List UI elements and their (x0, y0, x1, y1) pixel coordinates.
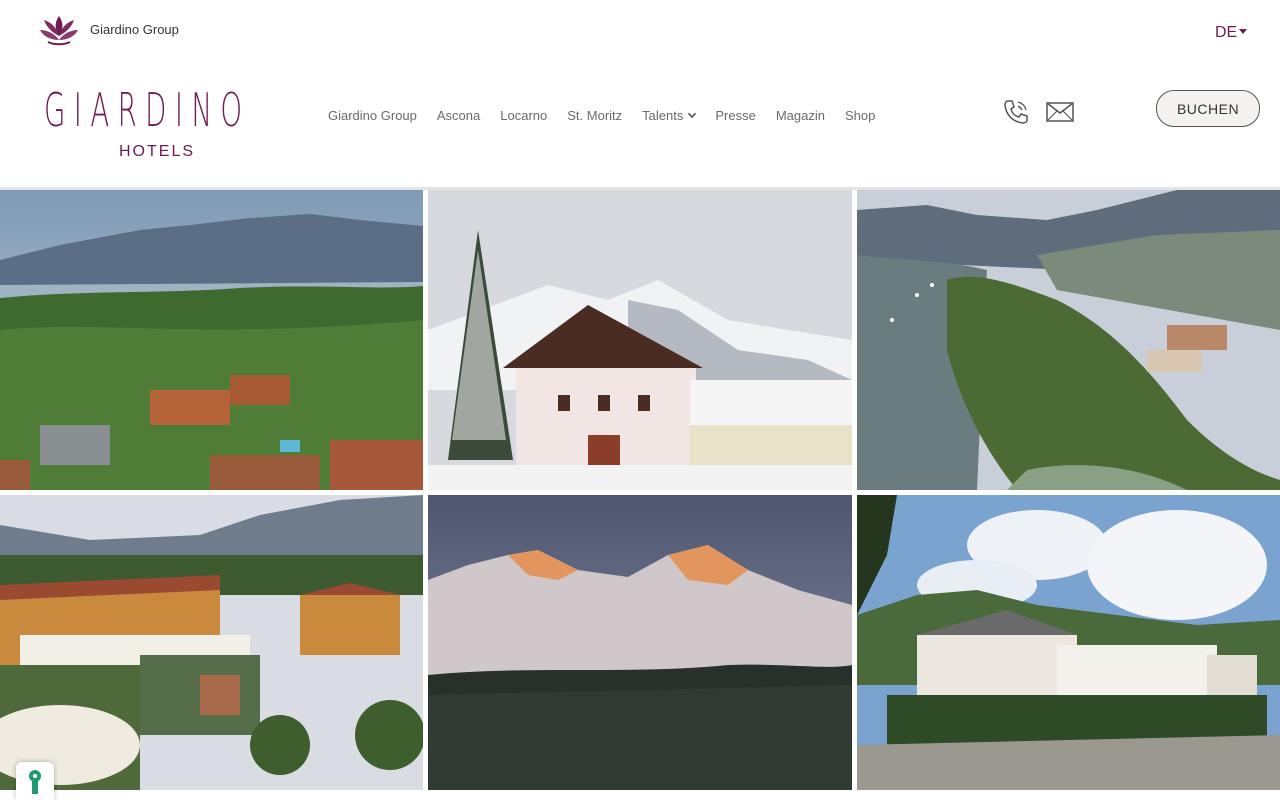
gallery-tile-lake-shore[interactable] (857, 190, 1280, 490)
nav-item-talents-label: Talents (642, 108, 684, 123)
gallery-tile-villa[interactable] (857, 495, 1280, 790)
chevron-down-icon (688, 109, 697, 119)
brand-wordmark: GIARDINO (44, 83, 251, 137)
gallery-tile-aerial-resort[interactable] (0, 190, 423, 490)
language-label: DE (1215, 24, 1238, 41)
caret-down-icon (1239, 29, 1248, 34)
nav-item-magazin[interactable]: Magazin (776, 108, 825, 123)
key-icon (29, 770, 41, 794)
gallery-tile-courtyard[interactable] (0, 495, 423, 790)
hotel-gallery (0, 190, 1280, 800)
cookie-settings-button[interactable] (16, 762, 54, 800)
nav-item-locarno[interactable]: Locarno (500, 108, 547, 123)
nav-item-ascona[interactable]: Ascona (437, 108, 480, 123)
aerial-resort-image (0, 190, 423, 490)
villa-image (857, 495, 1280, 790)
nav-item-shop[interactable]: Shop (845, 108, 875, 123)
brand-logo[interactable]: GIARDINO HOTELS (44, 86, 258, 166)
lake-shore-image (857, 190, 1280, 490)
phone-icon[interactable] (1002, 98, 1030, 126)
language-switcher[interactable]: DE (1215, 24, 1248, 42)
group-label[interactable]: Giardino Group (90, 22, 179, 37)
gallery-tile-alpenglow[interactable] (428, 495, 852, 790)
top-bar: Giardino Group DE (0, 0, 1280, 60)
alpenglow-image (428, 495, 852, 790)
nav-item-presse[interactable]: Presse (715, 108, 755, 123)
nav-item-talents[interactable]: Talents (642, 108, 697, 123)
mail-icon[interactable] (1046, 102, 1074, 122)
brand-subtitle: HOTELS (119, 143, 196, 160)
book-button[interactable]: BUCHEN (1156, 90, 1260, 127)
main-nav: Giardino Group Ascona Locarno St. Moritz… (328, 108, 875, 123)
nav-item-st-moritz[interactable]: St. Moritz (567, 108, 622, 123)
snowy-chalet-image (428, 190, 852, 490)
courtyard-image (0, 495, 423, 790)
lotus-icon[interactable] (38, 14, 80, 46)
gallery-tile-snowy-chalet[interactable] (428, 190, 852, 490)
nav-item-giardino-group[interactable]: Giardino Group (328, 108, 417, 123)
